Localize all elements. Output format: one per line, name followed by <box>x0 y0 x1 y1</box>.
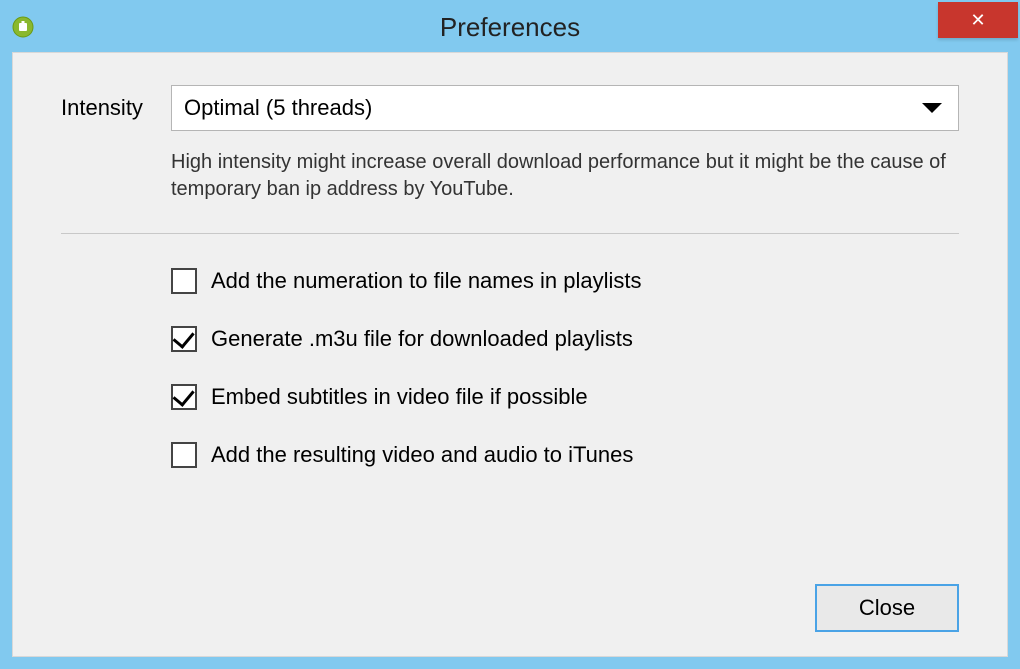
options-list: Add the numeration to file names in play… <box>171 268 959 500</box>
option-label: Generate .m3u file for downloaded playli… <box>211 326 633 352</box>
intensity-value: Optimal (5 threads) <box>184 95 372 121</box>
separator <box>61 233 959 234</box>
dialog-footer: Close <box>61 584 959 632</box>
close-icon: ✕ <box>970 10 985 31</box>
preferences-window: Preferences ✕ Intensity Optimal (5 threa… <box>0 0 1020 669</box>
intensity-select[interactable]: Optimal (5 threads) <box>171 85 959 131</box>
close-button-label: Close <box>859 595 915 621</box>
option-label: Add the numeration to file names in play… <box>211 268 641 294</box>
option-numeration: Add the numeration to file names in play… <box>171 268 959 294</box>
close-button[interactable]: Close <box>815 584 959 632</box>
app-icon <box>12 16 34 38</box>
client-area: Intensity Optimal (5 threads) High inten… <box>12 52 1008 657</box>
titlebar: Preferences ✕ <box>2 2 1018 52</box>
intensity-label: Intensity <box>61 95 171 121</box>
option-label: Embed subtitles in video file if possibl… <box>211 384 588 410</box>
option-subtitles: Embed subtitles in video file if possibl… <box>171 384 959 410</box>
checkbox-subtitles[interactable] <box>171 384 197 410</box>
checkbox-itunes[interactable] <box>171 442 197 468</box>
checkbox-numeration[interactable] <box>171 268 197 294</box>
window-close-button[interactable]: ✕ <box>938 2 1018 38</box>
option-m3u: Generate .m3u file for downloaded playli… <box>171 326 959 352</box>
window-title: Preferences <box>2 12 1018 43</box>
intensity-hint: High intensity might increase overall do… <box>171 149 959 203</box>
chevron-down-icon <box>922 103 942 113</box>
checkbox-m3u[interactable] <box>171 326 197 352</box>
option-label: Add the resulting video and audio to iTu… <box>211 442 633 468</box>
intensity-row: Intensity Optimal (5 threads) <box>61 85 959 131</box>
option-itunes: Add the resulting video and audio to iTu… <box>171 442 959 468</box>
